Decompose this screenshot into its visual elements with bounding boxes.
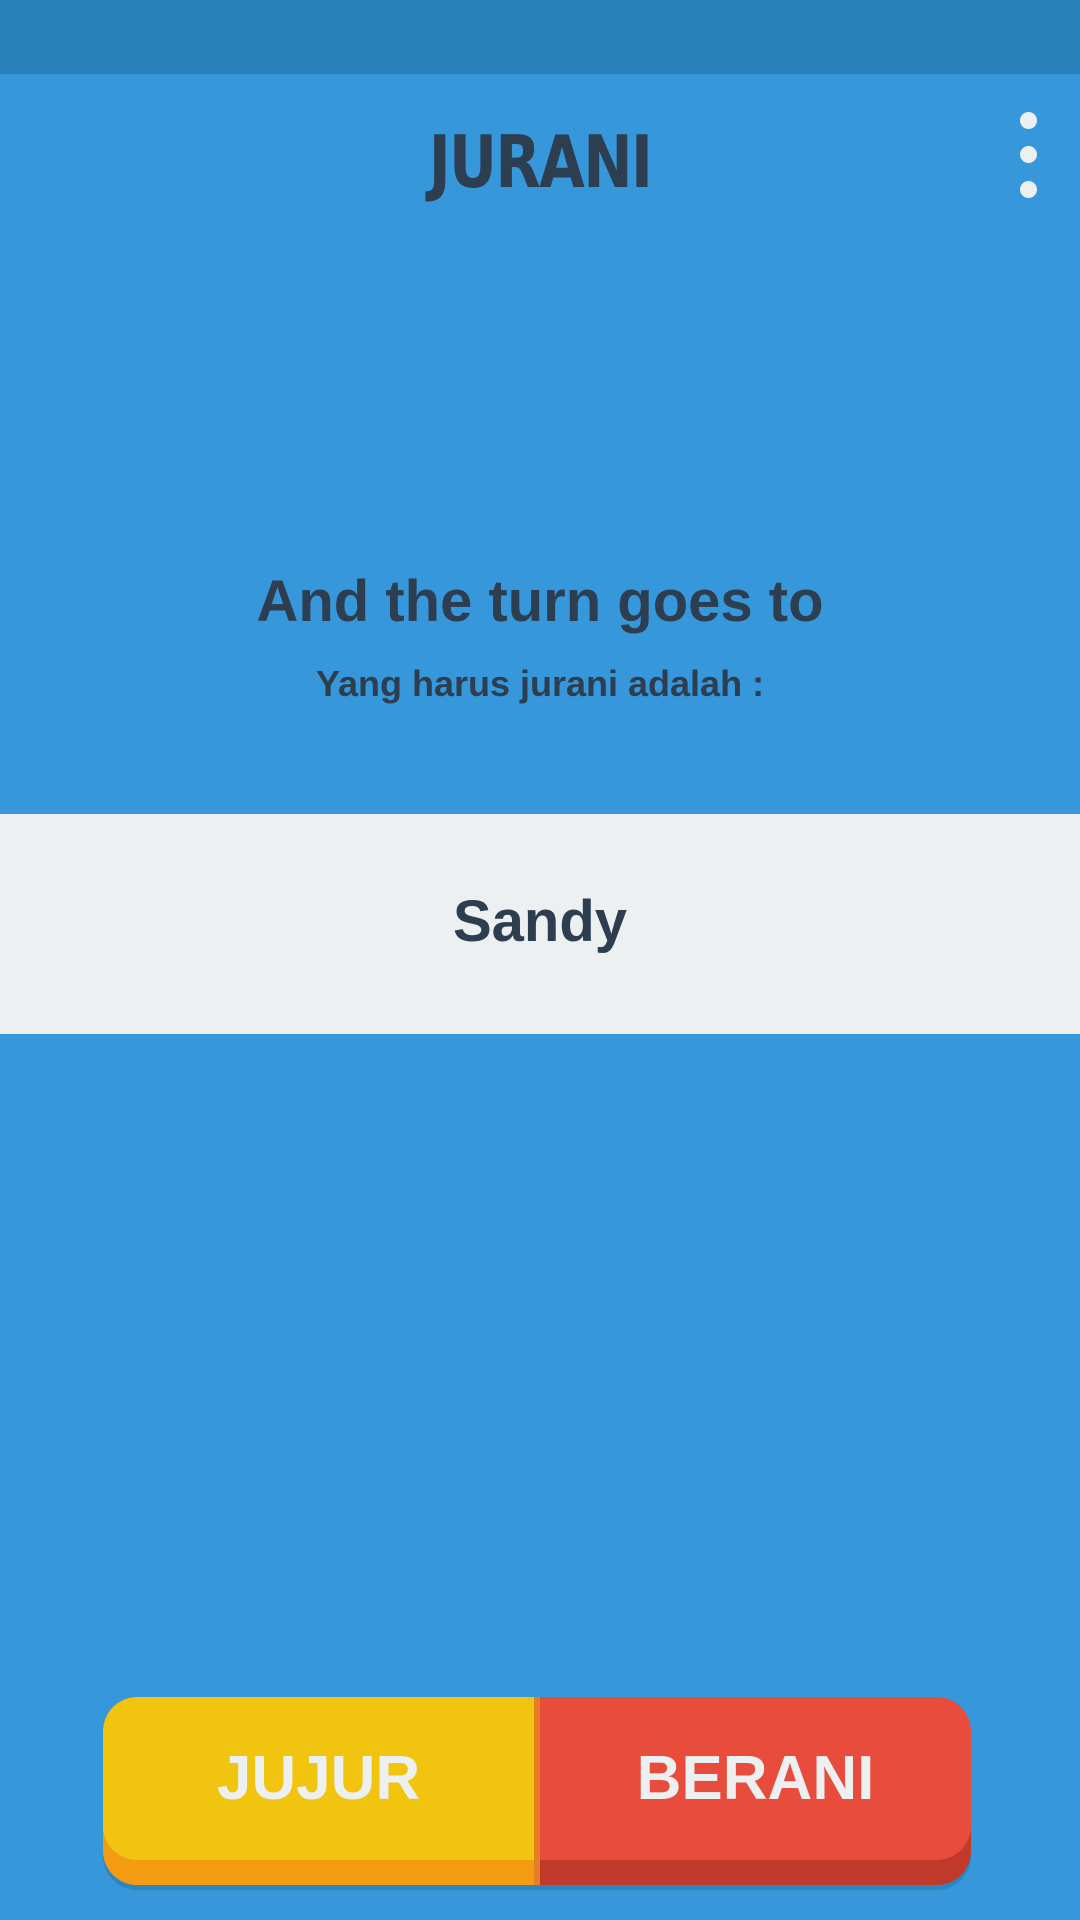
player-name: Sandy [452, 889, 628, 954]
choice-bar: JUJUR BERANI [103, 1697, 971, 1890]
menu-dot [1020, 181, 1037, 198]
dare-button[interactable]: BERANI [540, 1697, 971, 1885]
more-options-button[interactable] [1006, 112, 1050, 212]
player-name-band: Sandy [0, 814, 1080, 1034]
truth-button[interactable]: JUJUR [103, 1697, 534, 1885]
turn-subheadline: Yang harus jurani adalah : [315, 663, 765, 704]
status-bar [0, 0, 1080, 74]
app-header: JURANI [0, 74, 1080, 244]
choice-divider [534, 1697, 540, 1885]
app-logo: JURANI [428, 120, 653, 204]
turn-headline: And the turn goes to [256, 569, 824, 634]
menu-dot [1020, 112, 1037, 129]
menu-dot [1020, 146, 1037, 163]
dare-button-label: BERANI [636, 1744, 875, 1813]
truth-button-label: JUJUR [216, 1744, 421, 1813]
